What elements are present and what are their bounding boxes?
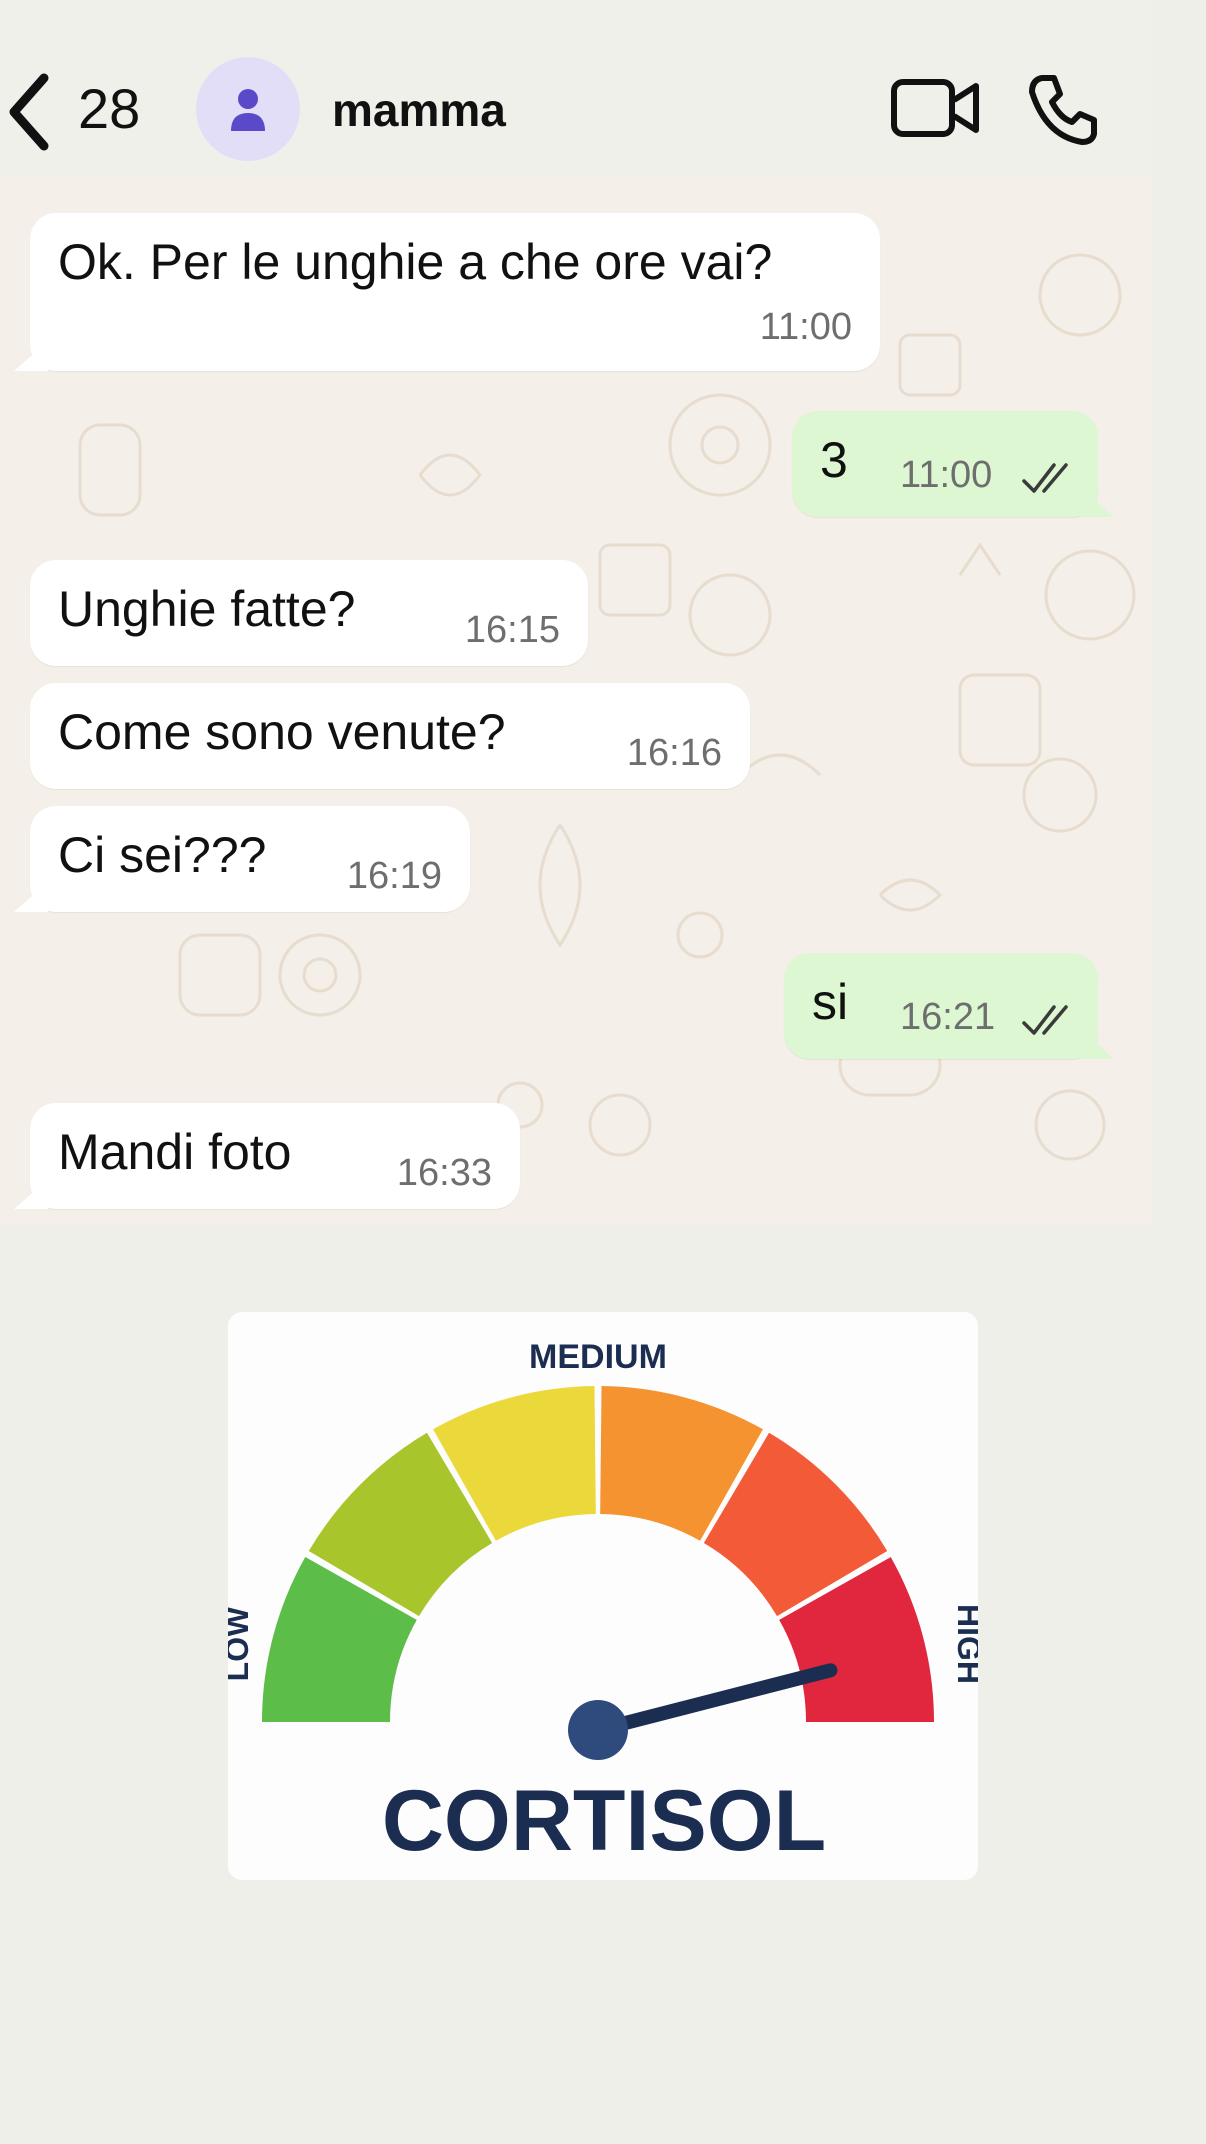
message-time: 11:00	[900, 454, 993, 496]
message-text: Unghie fatte?	[58, 581, 356, 637]
message-time: 16:16	[626, 732, 722, 774]
cortisol-meme-image: MEDIUM LOW HIGH CORTISOL	[228, 1312, 978, 1880]
person-icon	[231, 89, 265, 131]
message-incoming[interactable]: Ci sei??? 16:19	[14, 806, 470, 912]
voice-call-button[interactable]	[1024, 72, 1100, 153]
chevron-left-icon	[9, 73, 49, 151]
message-incoming[interactable]: Unghie fatte? 16:15	[30, 560, 588, 666]
back-button[interactable]	[4, 72, 54, 152]
gauge-needle	[591, 1663, 838, 1737]
message-time: 11:00	[759, 306, 852, 348]
gauge-title: CORTISOL	[382, 1773, 826, 1869]
contact-name[interactable]: mamma	[332, 84, 506, 136]
message-text: Ok. Per le unghie a che ore vai?	[58, 234, 773, 290]
message-time: 16:21	[900, 996, 996, 1038]
message-time: 16:15	[464, 609, 560, 651]
message-outgoing[interactable]: 3 11:00	[792, 411, 1114, 517]
gauge-label-medium: MEDIUM	[529, 1338, 667, 1376]
chat-area[interactable]: Ok. Per le unghie a che ore vai? 11:00 3…	[0, 175, 1152, 1225]
avatar[interactable]	[196, 57, 300, 161]
message-text: 3	[820, 432, 848, 488]
message-time: 16:19	[346, 855, 442, 897]
message-text: Ci sei???	[58, 827, 267, 883]
message-text: si	[812, 974, 849, 1030]
message-incoming[interactable]: Come sono venute? 16:16	[30, 683, 750, 789]
phone-icon	[1029, 75, 1097, 145]
video-call-button[interactable]	[890, 76, 982, 145]
message-text: Mandi foto	[58, 1124, 292, 1180]
message-incoming[interactable]: Ok. Per le unghie a che ore vai? 11:00	[14, 213, 880, 371]
cortisol-gauge: MEDIUM LOW HIGH CORTISOL	[228, 1338, 978, 1869]
message-outgoing[interactable]: si 16:21	[784, 953, 1114, 1059]
gauge-label-low: LOW	[228, 1606, 255, 1681]
message-text: Come sono venute?	[58, 704, 506, 760]
read-ticks-icon	[1022, 1005, 1068, 1035]
gauge-hub	[568, 1700, 628, 1760]
read-ticks-icon	[1022, 463, 1068, 493]
message-incoming[interactable]: Mandi foto 16:33	[14, 1103, 520, 1209]
gauge-label-high: HIGH	[951, 1604, 978, 1684]
chat-header: 28 mamma	[0, 0, 1152, 175]
message-time: 16:33	[396, 1152, 492, 1194]
video-call-icon	[891, 79, 979, 137]
unread-count[interactable]: 28	[78, 78, 140, 140]
